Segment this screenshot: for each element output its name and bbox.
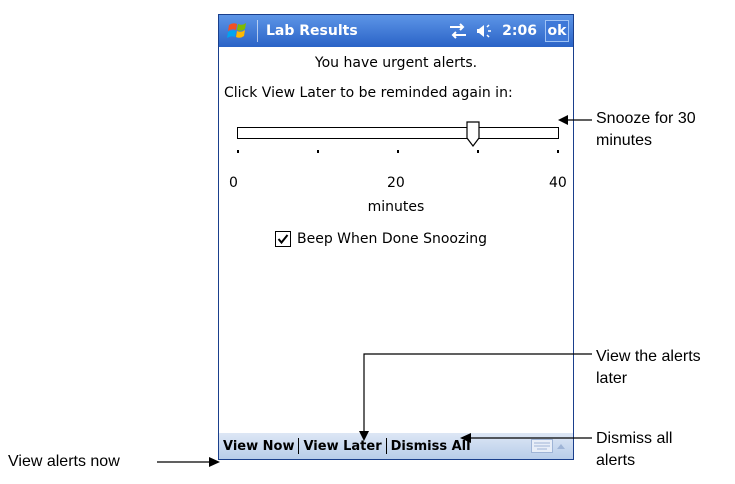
view-now-callout: View alerts now xyxy=(8,453,120,470)
view-later-callout-line2: later xyxy=(596,370,628,387)
dismiss-callout-line1: Dismiss all xyxy=(596,430,673,447)
snooze-callout-line2: minutes xyxy=(596,132,653,149)
callout-arrows xyxy=(157,115,592,467)
snooze-callout: Snooze for 30 minutes xyxy=(596,108,696,152)
view-later-callout: View the alerts later xyxy=(596,346,701,390)
view-later-callout-line1: View the alerts xyxy=(596,348,701,365)
dismiss-callout-line2: alerts xyxy=(596,452,636,469)
snooze-callout-line1: Snooze for 30 xyxy=(596,110,696,127)
dismiss-callout: Dismiss all alerts xyxy=(596,428,672,472)
